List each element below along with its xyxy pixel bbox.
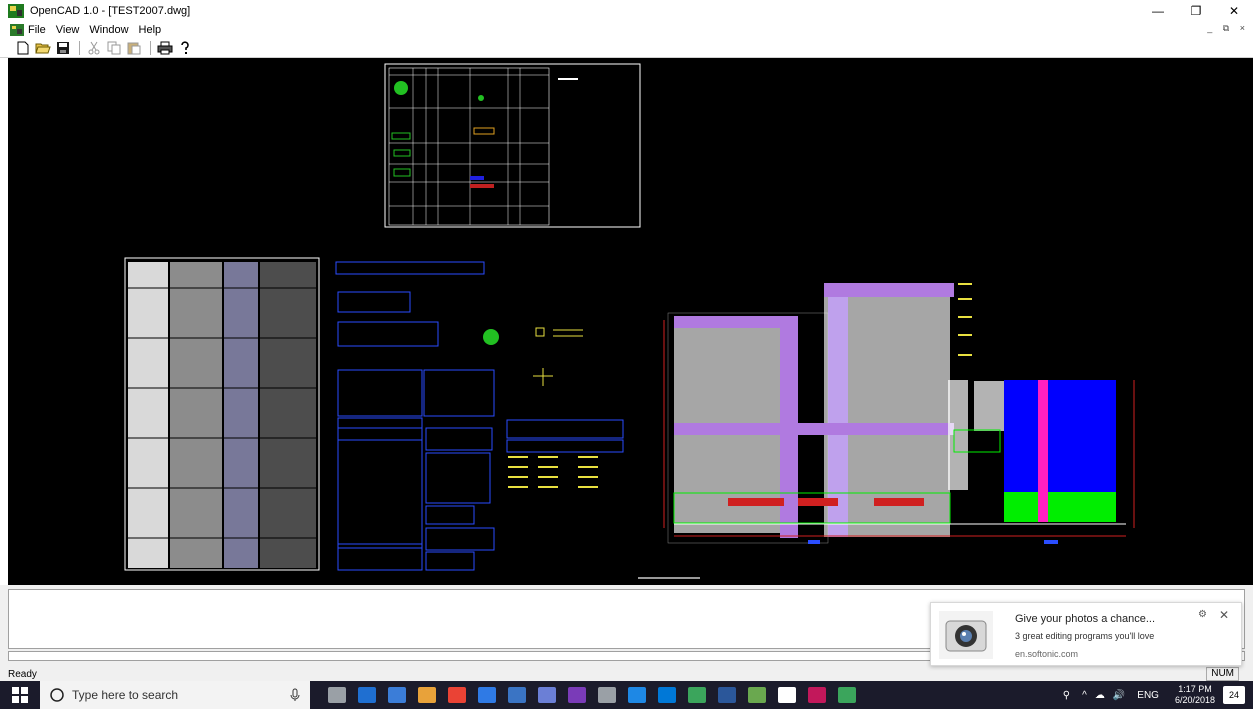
status-bar: Ready NUM: [0, 667, 1253, 681]
paste-icon[interactable]: [125, 40, 143, 56]
start-button[interactable]: [0, 681, 40, 709]
app-tile: [688, 687, 706, 703]
green-symbol: [483, 329, 499, 345]
app-tile: [808, 687, 826, 703]
toolbar-separator: [150, 40, 151, 55]
building-elevation: [638, 283, 1135, 579]
document-icon: [10, 24, 24, 36]
taskbar-apps: [322, 681, 862, 709]
toast-source: en.softonic.com: [1015, 649, 1079, 659]
action-center-badge[interactable]: 24: [1223, 686, 1245, 704]
schedule-table: [124, 257, 320, 571]
restore-button[interactable]: ❐: [1177, 0, 1215, 22]
language-indicator[interactable]: ENG: [1137, 690, 1159, 701]
app-tile: [478, 687, 496, 703]
close-button[interactable]: ✕: [1215, 0, 1253, 22]
taskbar-app-icon[interactable]: [712, 681, 742, 709]
copy-icon[interactable]: [105, 40, 123, 56]
search-placeholder: Type here to search: [72, 688, 179, 702]
yellow-symbols: [533, 327, 583, 386]
app-tile: [538, 687, 556, 703]
toolbar-separator: [79, 40, 80, 55]
cut-icon[interactable]: [85, 40, 103, 56]
app-tile: [748, 687, 766, 703]
taskbar-app-icon[interactable]: [592, 681, 622, 709]
app-tile: [448, 687, 466, 703]
app-tile: [418, 687, 436, 703]
windows-icon: [12, 687, 28, 703]
app-tile: [598, 687, 616, 703]
taskbar-app-icon[interactable]: [802, 681, 832, 709]
taskbar-app-icon[interactable]: [682, 681, 712, 709]
app-tile: [358, 687, 376, 703]
mdi-window-controls[interactable]: _ ⧉ ×: [1207, 23, 1249, 34]
clock-date: 6/20/2018: [1174, 695, 1215, 705]
legend-table-sheet: [384, 63, 641, 228]
taskbar-app-icon[interactable]: [322, 681, 352, 709]
taskbar-app-icon[interactable]: [412, 681, 442, 709]
search-circle-icon: [50, 688, 64, 702]
taskbar-app-icon[interactable]: [382, 681, 412, 709]
app-tile: [388, 687, 406, 703]
people-icon[interactable]: ⚲: [1063, 690, 1070, 701]
menu-help[interactable]: Help: [139, 24, 162, 36]
standard-toolbar: [0, 38, 1253, 58]
taskbar-search[interactable]: Type here to search: [40, 681, 310, 709]
app-tile: [508, 687, 526, 703]
menu-window[interactable]: Window: [89, 24, 128, 36]
taskbar-app-icon[interactable]: [352, 681, 382, 709]
clock-time: 1:17 PM: [1178, 684, 1212, 694]
microphone-icon[interactable]: [290, 688, 300, 702]
toast-title: Give your photos a chance...: [1015, 613, 1156, 625]
taskbar-app-icon[interactable]: [442, 681, 472, 709]
detail-blocks: [335, 261, 624, 571]
taskbar-app-icon[interactable]: [652, 681, 682, 709]
clock[interactable]: 1:17 PM 6/20/2018: [1175, 684, 1215, 706]
menu-file[interactable]: File: [28, 24, 46, 36]
close-icon[interactable]: ✕: [1219, 608, 1229, 622]
app-tile: [778, 687, 796, 703]
taskbar-app-icon[interactable]: [622, 681, 652, 709]
toast-body: 3 great editing programs you'll love: [1015, 631, 1155, 641]
title-bar: OpenCAD 1.0 - [TEST2007.dwg] — ❐ ✕: [0, 0, 1253, 22]
windows-taskbar: Type here to search ⚲ ^ ☁ 🔊 ENG 1:17 PM …: [0, 681, 1253, 709]
taskbar-app-icon[interactable]: [502, 681, 532, 709]
taskbar-app-icon[interactable]: [742, 681, 772, 709]
menu-bar: File View Window Help _ ⧉ ×: [0, 22, 1253, 38]
app-tile: [838, 687, 856, 703]
opencad-app-icon: [8, 4, 24, 18]
notification-toast[interactable]: Give your photos a chance... 3 great edi…: [930, 602, 1242, 666]
taskbar-app-icon[interactable]: [472, 681, 502, 709]
num-lock-indicator: NUM: [1206, 667, 1239, 681]
camera-icon: [939, 611, 993, 659]
app-tile: [658, 687, 676, 703]
save-icon[interactable]: [54, 40, 72, 56]
tray-chevron-icon[interactable]: ^: [1082, 690, 1087, 701]
app-tile: [568, 687, 586, 703]
drawing-canvas[interactable]: [8, 58, 1253, 585]
yellow-legend: [508, 456, 598, 488]
taskbar-app-icon[interactable]: [532, 681, 562, 709]
gear-icon[interactable]: ⚙: [1198, 609, 1207, 620]
minimize-button[interactable]: —: [1139, 0, 1177, 22]
app-tile: [328, 687, 346, 703]
menu-view[interactable]: View: [56, 24, 80, 36]
system-tray: ⚲ ^ ☁ 🔊 ENG 1:17 PM 6/20/2018 24: [1055, 681, 1253, 709]
app-tile: [628, 687, 646, 703]
new-icon[interactable]: [14, 40, 32, 56]
taskbar-app-icon[interactable]: [772, 681, 802, 709]
network-icon[interactable]: ☁: [1095, 690, 1105, 701]
app-tile: [718, 687, 736, 703]
print-icon[interactable]: [156, 40, 174, 56]
window-title: OpenCAD 1.0 - [TEST2007.dwg]: [30, 5, 191, 17]
volume-icon[interactable]: 🔊: [1113, 690, 1125, 701]
taskbar-app-icon[interactable]: [562, 681, 592, 709]
status-text: Ready: [8, 668, 37, 680]
open-icon[interactable]: [34, 40, 52, 56]
help-icon[interactable]: [176, 40, 194, 56]
taskbar-app-icon[interactable]: [832, 681, 862, 709]
